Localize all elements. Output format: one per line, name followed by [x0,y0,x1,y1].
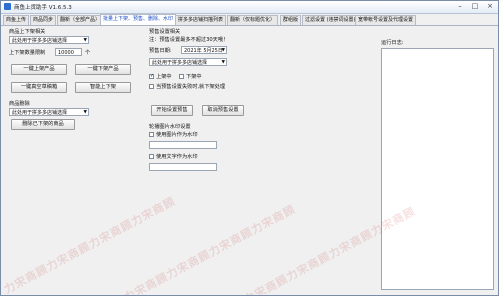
close-button[interactable]: × [483,2,497,11]
fail-offshelf-label: 当预售设置失败时,就下架处理 [156,84,226,90]
clear-drafts-button[interactable]: 一键真空草稿箱 [11,82,67,93]
off-shelf-checkbox[interactable] [179,74,184,79]
tab-renew-title[interactable]: 翻新（仅标题优化） [227,15,279,25]
qty-unit-label: 个 [85,50,91,56]
image-watermark-label: 使用图片作为水印 [156,132,198,138]
tab-upload[interactable]: 商鱼上传 [3,15,30,25]
tab-proxy[interactable]: 宽带帐号设置及代理设置 [355,15,417,25]
presale-date-picker[interactable]: 2021年 5月25日 ▼ [181,46,227,54]
cancel-presale-button[interactable]: 取消预售设置 [202,105,244,116]
tab-batch-ops[interactable]: 批量上下架、预售、删除、水印 [100,14,177,25]
smart-shelf-button[interactable]: 智能上下架 [75,82,131,93]
text-watermark-checkbox[interactable] [149,154,154,159]
presale-note: 注：预售设置最多不超过30天哦！ [149,37,229,43]
presale-store-select[interactable]: 此处用于拼多多店铺选择 ▼ [149,58,227,66]
calendar-dropdown-icon: ▼ [221,48,225,53]
qty-limit-input[interactable]: 10000 [55,48,82,56]
image-watermark-checkbox[interactable] [149,132,154,137]
qty-limit-label: 上下架数量限制 [9,50,46,56]
text-watermark-input[interactable] [149,163,217,171]
delete-store-select[interactable]: 此处用于拼多多店铺选择 ▼ [9,108,89,116]
start-presale-button[interactable]: 开始设置预售 [151,105,193,116]
minimize-button[interactable]: – [453,2,467,11]
presale-date-label: 预售日期: [149,48,172,54]
tab-filter[interactable]: 过滤设置 (违禁词设置) [302,15,359,25]
delete-section-title: 商品删除 [9,101,30,107]
on-shelf-label: 上架中 [156,74,172,80]
off-shelf-all-button[interactable]: 一键下架产品 [75,64,131,75]
on-shelf-checkbox[interactable] [149,73,154,79]
tab-sync[interactable]: 商品同步 [30,15,57,25]
chevron-down-icon: ▼ [83,110,87,115]
maximize-button[interactable]: □ [468,2,482,11]
tab-renew-all[interactable]: 翻新（全部产品） [57,15,104,25]
window-title: 商鱼上货助手 V1.6.5.3 [14,5,72,11]
chevron-down-icon: ▼ [83,38,87,43]
onoff-store-select[interactable]: 此处用于拼多多店铺选择 ▼ [9,36,89,44]
watermark-section-title: 轮播图片水印设置 [149,124,191,130]
text-watermark-label: 使用文字作为水印 [156,154,198,160]
presale-section-title: 预售设置相关 [149,29,181,35]
chevron-down-icon: ▼ [221,60,225,65]
tab-group[interactable]: 群组版 [280,15,302,25]
app-icon [4,3,11,10]
onoff-section-title: 商品上下架相关 [9,29,46,35]
app-window: 商鱼上货助手 V1.6.5.3 – □ × 商鱼上传 商品同步 翻新（全部产品）… [0,0,499,296]
delete-offshelf-button[interactable]: 删除已下架的商品 [11,119,75,130]
tab-bar: 商鱼上传 商品同步 翻新（全部产品） 批量上下架、预售、删除、水印 拼多多店铺扫… [1,14,498,26]
fail-offshelf-checkbox[interactable] [149,84,154,89]
off-shelf-label: 下架中 [186,74,202,80]
on-shelf-all-button[interactable]: 一键上架产品 [11,64,67,75]
title-bar: 商鱼上货助手 V1.6.5.3 – □ × [1,1,498,14]
tab-store-scan[interactable]: 拼多多店铺扫描列表 [175,15,227,25]
log-title: 运行日志: [381,40,404,46]
log-textarea[interactable] [381,48,494,290]
image-watermark-input[interactable] [149,141,217,149]
